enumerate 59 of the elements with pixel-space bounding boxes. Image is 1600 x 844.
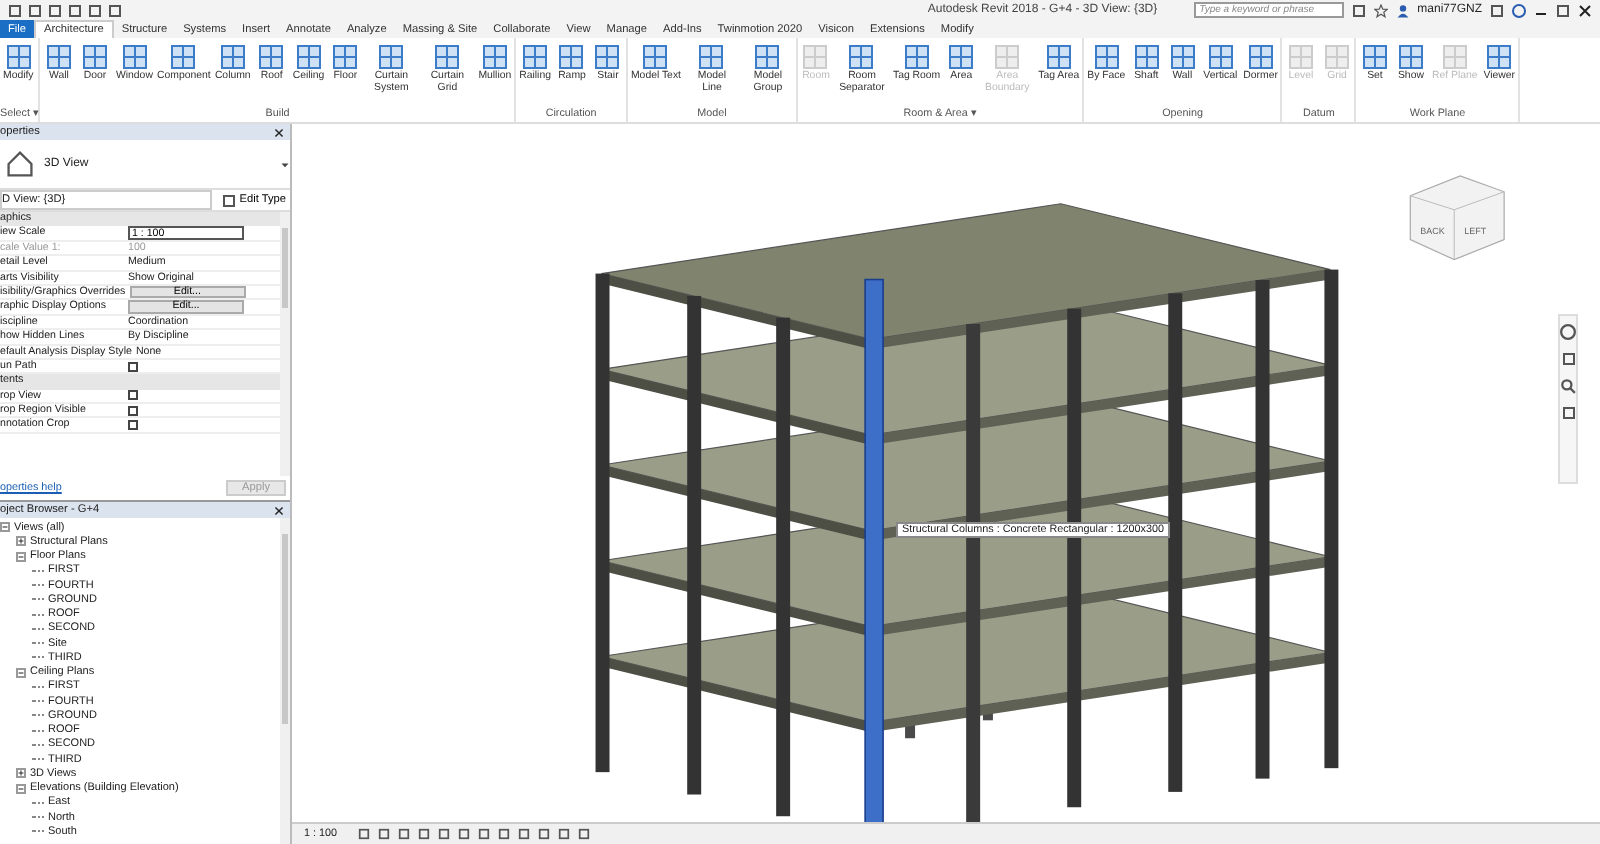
- tool-icon: [79, 42, 110, 72]
- user-icon[interactable]: [1395, 3, 1410, 17]
- star-icon[interactable]: [1373, 3, 1388, 17]
- tool-icon: [168, 42, 199, 72]
- collapse-icon[interactable]: [16, 667, 26, 678]
- tool-icon: [592, 42, 623, 72]
- tool-icon: [43, 42, 74, 72]
- expand-icon[interactable]: [16, 536, 26, 547]
- tool-icon: [556, 42, 587, 72]
- scrollbar[interactable]: [280, 518, 290, 844]
- dropdown-icon[interactable]: [280, 159, 290, 169]
- tool-icon: [800, 42, 831, 72]
- help-icon[interactable]: [1512, 3, 1526, 17]
- expand-icon[interactable]: [16, 768, 26, 779]
- checkbox[interactable]: [128, 420, 138, 431]
- tool-icon: [1043, 42, 1074, 72]
- collapse-icon[interactable]: [16, 783, 26, 794]
- tool-icon: [946, 42, 977, 72]
- tool-icon: [376, 42, 407, 72]
- tool-icon: [1285, 42, 1316, 72]
- tool-icon: [119, 42, 150, 72]
- tool-icon: [217, 42, 248, 72]
- tool-icon: [432, 42, 463, 72]
- tool-icon: [256, 42, 287, 72]
- steering-wheel-icon[interactable]: [1560, 324, 1576, 340]
- tool-icon: [1091, 42, 1122, 72]
- tool-icon: [520, 42, 551, 72]
- close-icon[interactable]: [274, 127, 284, 137]
- close-icon[interactable]: [1578, 3, 1592, 17]
- scrollbar[interactable]: [280, 212, 290, 476]
- edit-icon: [221, 193, 236, 207]
- tool-icon: [752, 42, 783, 72]
- tool-icon: [330, 42, 361, 72]
- checkbox[interactable]: [128, 405, 138, 416]
- tool-icon: [1131, 42, 1162, 72]
- tool-icon: [1439, 42, 1470, 72]
- tool-icon: [992, 42, 1023, 72]
- tool-icon: [1359, 42, 1390, 72]
- tool-icon: [1205, 42, 1236, 72]
- tool-icon: [846, 42, 877, 72]
- collapse-icon[interactable]: [16, 551, 26, 562]
- zoom-icon[interactable]: [1560, 378, 1576, 394]
- tool-icon: [1245, 42, 1276, 72]
- tool-icon: [1484, 42, 1515, 72]
- tool-icon: [901, 42, 932, 72]
- close-icon[interactable]: [274, 505, 284, 515]
- tool-icon: [1321, 42, 1352, 72]
- tool-icon: [3, 42, 34, 72]
- restore-icon[interactable]: [1556, 3, 1570, 17]
- collapse-icon[interactable]: [0, 522, 10, 533]
- checkbox[interactable]: [128, 390, 138, 401]
- tool-icon: [293, 42, 324, 72]
- house-icon: [4, 148, 36, 180]
- tool-icon: [1167, 42, 1198, 72]
- tool-icon: [696, 42, 727, 72]
- tool-icon: [479, 42, 510, 72]
- tool-icon: [1395, 42, 1426, 72]
- checkbox[interactable]: [128, 361, 138, 372]
- tool-icon: [640, 42, 671, 72]
